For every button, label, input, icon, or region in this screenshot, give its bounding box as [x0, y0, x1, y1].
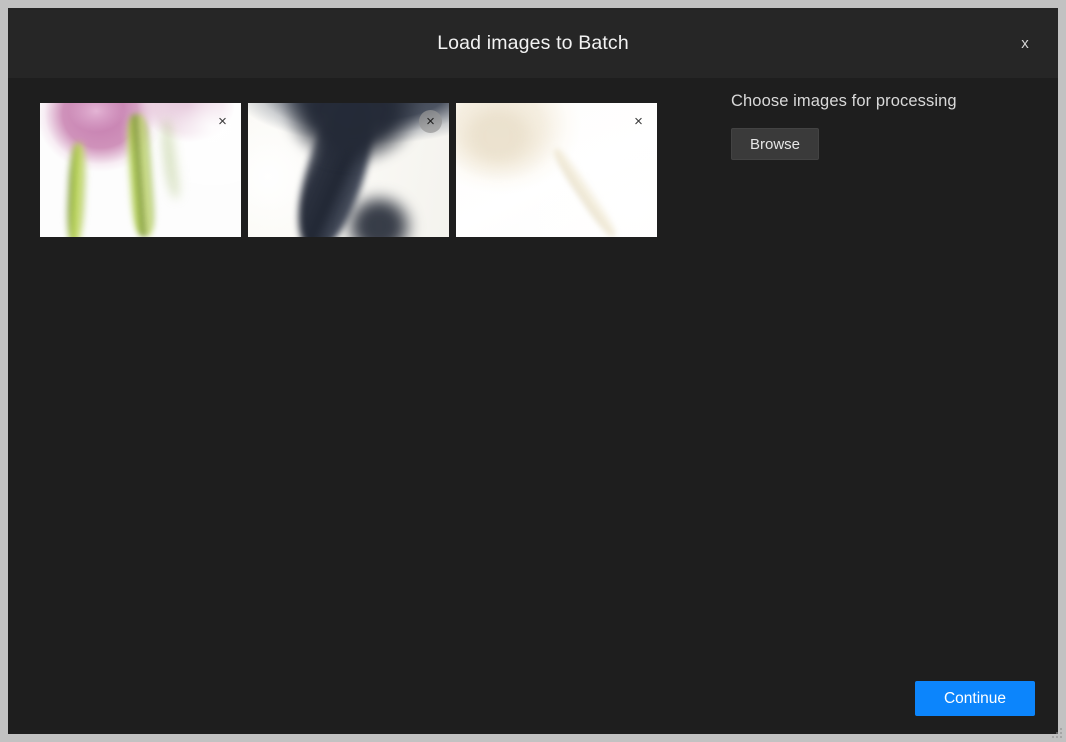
decorative-leaf — [159, 118, 183, 200]
dialog-body: × × × Choose images for processing Brows… — [8, 78, 1058, 734]
thumbnail-remove-icon[interactable]: × — [419, 110, 442, 133]
dialog-titlebar[interactable]: Load images to Batch x — [8, 8, 1058, 78]
chooser-label: Choose images for processing — [731, 92, 957, 110]
screen: Load images to Batch x × × × Choose imag… — [0, 0, 1066, 742]
browse-button[interactable]: Browse — [731, 128, 819, 160]
thumbnail-remove-icon[interactable]: × — [627, 110, 650, 133]
decorative-tail — [342, 191, 417, 237]
thumbnail-item[interactable]: × — [40, 103, 241, 237]
resize-grip[interactable] — [1050, 726, 1064, 740]
continue-button[interactable]: Continue — [915, 681, 1035, 716]
thumbnail-item[interactable]: × — [456, 103, 657, 237]
thumbnail-item[interactable]: × — [248, 103, 449, 237]
image-chooser-pane: Choose images for processing Browse — [731, 92, 1021, 160]
load-images-dialog: Load images to Batch x × × × Choose imag… — [8, 8, 1058, 734]
thumbnail-strip: × × × — [40, 103, 657, 237]
thumbnail-remove-icon[interactable]: × — [211, 110, 234, 133]
close-icon[interactable]: x — [1010, 28, 1040, 58]
dialog-title: Load images to Batch — [437, 31, 629, 54]
